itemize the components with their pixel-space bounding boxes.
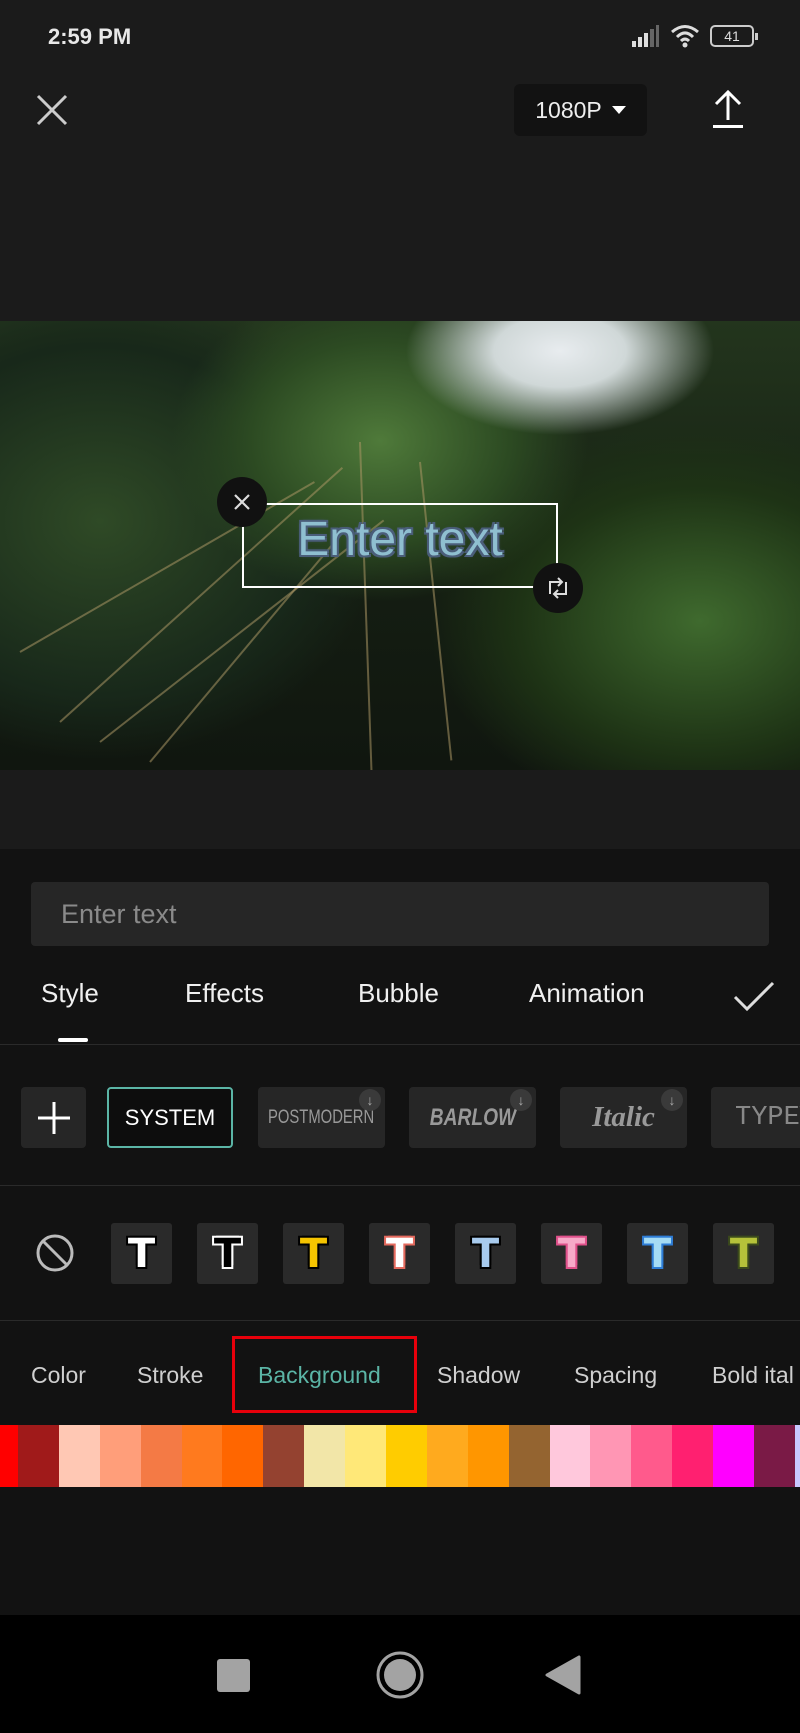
font-label: TYPEWRITER bbox=[735, 1102, 800, 1133]
text-style-preset[interactable]: T bbox=[713, 1223, 774, 1284]
divider bbox=[0, 1044, 800, 1045]
color-swatch[interactable] bbox=[672, 1425, 714, 1487]
font-postmodern[interactable]: POSTMODERN ↓ bbox=[258, 1087, 385, 1148]
resolution-dropdown[interactable]: 1080P bbox=[514, 84, 647, 136]
text-style-preset[interactable]: T bbox=[455, 1223, 516, 1284]
subtab-bold-italic[interactable]: Bold ital bbox=[712, 1362, 794, 1389]
tab-animation[interactable]: Animation bbox=[529, 978, 645, 1009]
color-swatch[interactable] bbox=[140, 1425, 182, 1487]
home-icon[interactable] bbox=[375, 1650, 425, 1700]
download-icon: ↓ bbox=[510, 1089, 532, 1111]
color-palette bbox=[0, 1425, 800, 1487]
back-icon[interactable] bbox=[545, 1655, 581, 1695]
color-swatch[interactable] bbox=[18, 1425, 59, 1487]
caret-down-icon bbox=[611, 106, 626, 114]
delete-text-button[interactable] bbox=[217, 477, 267, 527]
color-swatch[interactable] bbox=[794, 1425, 800, 1487]
font-label: BARLOW bbox=[429, 1103, 516, 1131]
recents-icon[interactable] bbox=[217, 1659, 250, 1692]
tab-style[interactable]: Style bbox=[41, 978, 99, 1009]
color-swatch[interactable] bbox=[426, 1425, 468, 1487]
text-style-preset[interactable]: T bbox=[369, 1223, 430, 1284]
divider bbox=[0, 1185, 800, 1186]
text-style-glyph: T bbox=[642, 1229, 672, 1278]
color-swatch[interactable] bbox=[222, 1425, 264, 1487]
color-swatch[interactable] bbox=[713, 1425, 755, 1487]
status-icons: 41 bbox=[632, 24, 758, 48]
text-style-glyph: T bbox=[556, 1229, 586, 1278]
color-swatch[interactable] bbox=[0, 1425, 18, 1487]
text-style-glyph: T bbox=[212, 1229, 242, 1278]
close-icon bbox=[234, 494, 250, 510]
highlight-annotation bbox=[232, 1336, 417, 1413]
subtab-stroke[interactable]: Stroke bbox=[137, 1362, 203, 1389]
color-swatch[interactable] bbox=[181, 1425, 223, 1487]
no-style-button[interactable] bbox=[35, 1233, 75, 1273]
subtab-spacing[interactable]: Spacing bbox=[574, 1362, 657, 1389]
font-label: SYSTEM bbox=[124, 1104, 216, 1130]
text-style-glyph: T bbox=[126, 1229, 156, 1278]
text-style-preset[interactable]: T bbox=[197, 1223, 258, 1284]
color-swatch[interactable] bbox=[263, 1425, 305, 1487]
text-style-preset[interactable]: T bbox=[541, 1223, 602, 1284]
color-swatch[interactable] bbox=[508, 1425, 550, 1487]
download-icon: ↓ bbox=[359, 1089, 381, 1111]
subtab-shadow[interactable]: Shadow bbox=[437, 1362, 520, 1389]
download-icon: ↓ bbox=[661, 1089, 683, 1111]
text-input[interactable] bbox=[31, 882, 769, 946]
color-swatch[interactable] bbox=[590, 1425, 632, 1487]
confirm-button[interactable] bbox=[732, 980, 776, 1014]
rotate-scale-handle[interactable] bbox=[533, 563, 583, 613]
font-label: POSTMODERN bbox=[268, 1106, 375, 1128]
color-swatch[interactable] bbox=[304, 1425, 346, 1487]
battery-icon: 41 bbox=[710, 25, 758, 47]
plus-icon bbox=[37, 1101, 70, 1134]
color-swatch[interactable] bbox=[99, 1425, 141, 1487]
divider bbox=[0, 1320, 800, 1321]
color-swatch[interactable] bbox=[467, 1425, 509, 1487]
tab-bubble[interactable]: Bubble bbox=[358, 978, 439, 1009]
font-italic[interactable]: Italic ↓ bbox=[560, 1087, 687, 1148]
font-barlow[interactable]: BARLOW ↓ bbox=[409, 1087, 536, 1148]
active-tab-indicator bbox=[58, 1038, 88, 1042]
text-style-glyph: T bbox=[470, 1229, 500, 1278]
close-button[interactable] bbox=[32, 90, 72, 130]
text-style-preset[interactable]: T bbox=[627, 1223, 688, 1284]
add-font-button[interactable] bbox=[21, 1087, 86, 1148]
color-swatch[interactable] bbox=[345, 1425, 387, 1487]
font-system[interactable]: SYSTEM bbox=[107, 1087, 233, 1148]
text-style-glyph: T bbox=[384, 1229, 414, 1278]
signal-icon bbox=[632, 25, 659, 47]
resolution-label: 1080P bbox=[535, 96, 602, 123]
color-swatch[interactable] bbox=[549, 1425, 591, 1487]
color-swatch[interactable] bbox=[386, 1425, 427, 1487]
status-time: 2:59 PM bbox=[48, 24, 132, 49]
subtab-color[interactable]: Color bbox=[31, 1362, 86, 1389]
overlay-text[interactable]: Enter text bbox=[242, 512, 558, 567]
tab-effects[interactable]: Effects bbox=[185, 978, 264, 1009]
font-label: Italic bbox=[592, 1101, 655, 1133]
color-swatch[interactable] bbox=[754, 1425, 795, 1487]
wifi-icon bbox=[671, 25, 699, 48]
text-style-preset[interactable]: T bbox=[111, 1223, 172, 1284]
color-swatch[interactable] bbox=[58, 1425, 100, 1487]
rotate-scale-icon bbox=[549, 577, 567, 599]
text-style-preset[interactable]: T bbox=[283, 1223, 344, 1284]
text-style-glyph: T bbox=[728, 1229, 758, 1278]
navigation-bar bbox=[0, 1615, 800, 1733]
text-style-glyph: T bbox=[298, 1229, 328, 1278]
color-swatch[interactable] bbox=[631, 1425, 673, 1487]
font-typewriter[interactable]: TYPEWRITER bbox=[711, 1087, 800, 1148]
export-button[interactable] bbox=[710, 88, 746, 130]
